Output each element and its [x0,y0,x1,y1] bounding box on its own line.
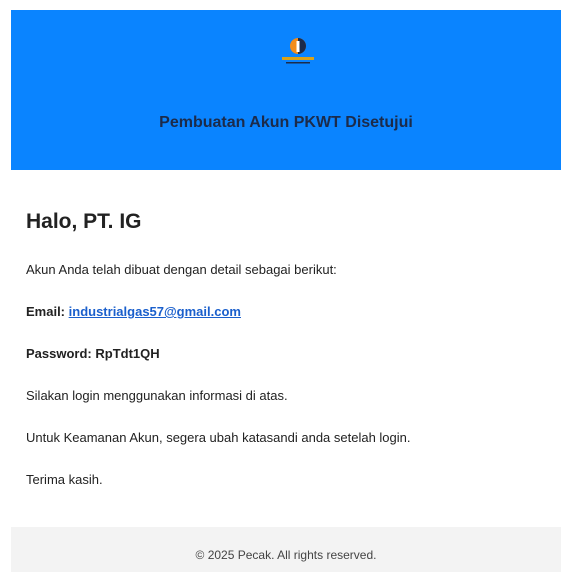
email-content: Halo, PT. IG Akun Anda telah dibuat deng… [26,208,546,487]
greeting-heading: Halo, PT. IG [26,210,142,233]
intro-text: Akun Anda telah dibuat dengan detail seb… [26,262,337,277]
company-logo-icon [272,35,324,67]
copyright-text: © 2025 Pecak. All rights reserved. [195,548,377,562]
email-message: Pembuatan Akun PKWT Disetujui Halo, PT. … [0,0,561,572]
email-footer: © 2025 Pecak. All rights reserved. [11,527,561,572]
closing-text: Terima kasih. [26,472,103,487]
header-title: Pembuatan Akun PKWT Disetujui [159,114,413,131]
login-instruction-text: Silakan login menggunakan informasi di a… [26,388,288,403]
email-label: Email: [26,304,66,319]
email-link[interactable]: industrialgas57@gmail.com [69,304,241,319]
password-value: RpTdt1QH [95,346,160,361]
password-row: Password: RpTdt1QH [26,346,160,361]
password-label: Password: [26,346,92,361]
security-note-text: Untuk Keamanan Akun, segera ubah katasan… [26,430,411,445]
email-header: Pembuatan Akun PKWT Disetujui [11,10,561,170]
email-row: Email: industrialgas57@gmail.com [26,304,241,319]
